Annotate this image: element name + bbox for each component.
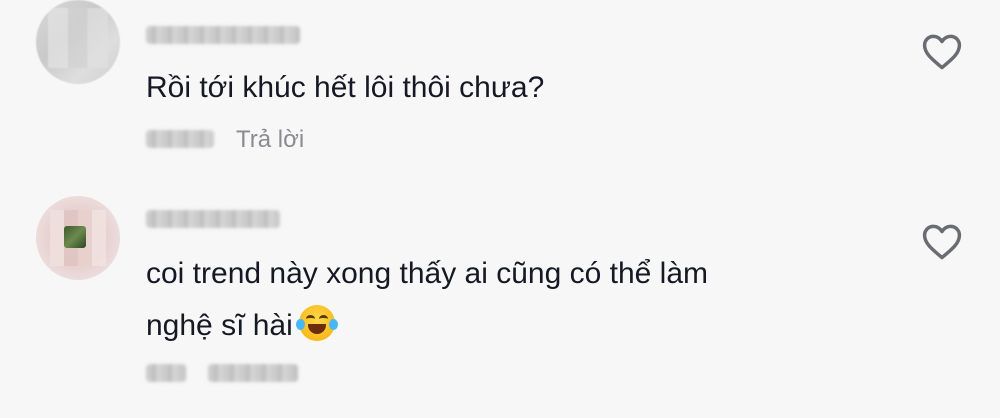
reply-blurred[interactable] [208,364,298,382]
timestamp-blurred [146,130,214,148]
comment-text-line: nghệ sĩ hài [146,300,866,352]
comment-text: coi trend này xong thấy ai cũng có thể l… [146,248,866,352]
comment-text-line: Rồi tới khúc hết lôi thôi chưa? [146,71,545,104]
comment-item: Rồi tới khúc hết lôi thôi chưa? Trả lời [0,0,1000,190]
heart-icon[interactable] [920,30,964,74]
username-blurred[interactable] [146,210,280,228]
comment-item: coi trend này xong thấy ai cũng có thể l… [0,190,1000,418]
avatar[interactable] [36,196,120,280]
timestamp-blurred [146,364,186,382]
reply-button[interactable]: Trả lời [236,126,304,154]
comment-text: Rồi tới khúc hết lôi thôi chưa? [146,62,544,114]
comment-text-line-2: nghệ sĩ hài [146,309,293,342]
tears-of-joy-emoji [295,305,338,341]
heart-icon[interactable] [920,220,964,264]
comment-text-line: coi trend này xong thấy ai cũng có thể l… [146,257,709,290]
username-blurred[interactable] [146,26,300,44]
avatar[interactable] [36,0,120,84]
